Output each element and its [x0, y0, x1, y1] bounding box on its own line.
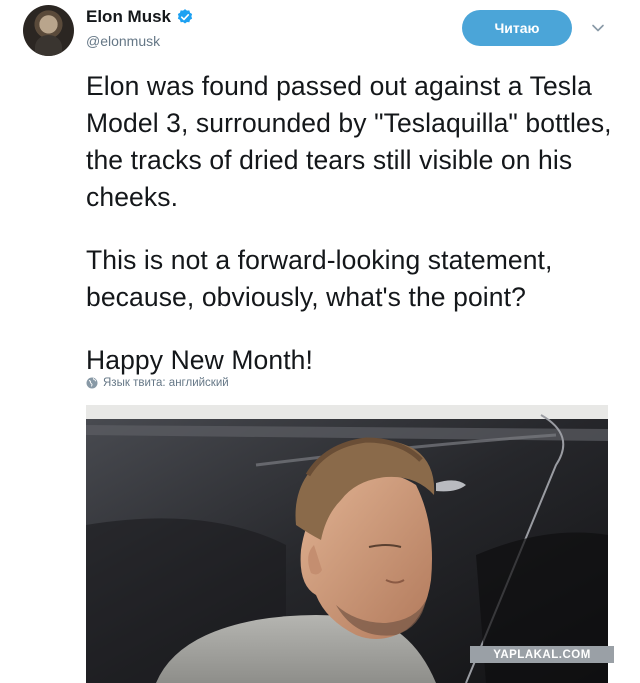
- tweet-paragraph: This is not a forward-looking statement,…: [86, 245, 553, 312]
- avatar[interactable]: [23, 5, 74, 56]
- tweet-paragraph: Elon was found passed out against a Tesl…: [86, 71, 612, 212]
- tweet-text: Elon was found passed out against a Tesl…: [86, 68, 626, 379]
- author-name-row[interactable]: Elon Musk: [86, 7, 194, 27]
- tweet-language: Язык твита: английский: [86, 377, 229, 389]
- verified-badge-icon: [177, 9, 193, 24]
- tweet-photo[interactable]: [86, 405, 608, 683]
- language-label: Язык твита: английский: [103, 377, 229, 389]
- author-name[interactable]: Elon Musk: [86, 7, 171, 27]
- watermark: YAPLAKAL.COM: [470, 646, 614, 663]
- follow-button[interactable]: Читаю: [462, 10, 572, 46]
- chevron-down-icon[interactable]: [590, 20, 606, 36]
- tweet-paragraph: Happy New Month!: [86, 345, 313, 375]
- globe-icon: [86, 377, 98, 389]
- author-handle[interactable]: @elonmusk: [86, 32, 160, 50]
- photo-illustration: [86, 405, 608, 683]
